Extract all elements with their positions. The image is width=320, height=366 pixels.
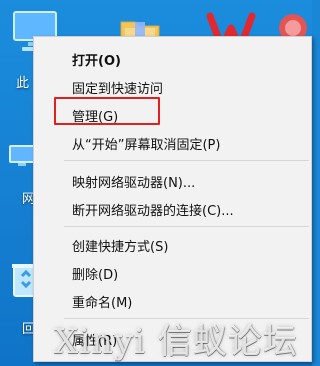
menu-separator [64, 160, 309, 161]
menu-item-map-network-drive[interactable]: 映射网络驱动器(N)... [34, 167, 311, 195]
menu-item-unpin-start[interactable]: 从“开始”屏幕取消固定(P) [34, 129, 311, 157]
menu-separator [64, 318, 309, 319]
context-menu: 打开(O) 固定到快速访问 管理(G) 从“开始”屏幕取消固定(P) 映射网络驱… [33, 36, 312, 362]
menu-item-disconnect-network-drive[interactable]: 断开网络驱动器的连接(C)... [34, 195, 311, 223]
menu-item-open[interactable]: 打开(O) [34, 45, 311, 73]
menu-item-delete[interactable]: 删除(D) [34, 259, 311, 287]
menu-item-rename[interactable]: 重命名(M) [34, 287, 311, 315]
menu-item-properties[interactable]: 属性(R) [34, 325, 311, 353]
menu-separator [64, 226, 309, 227]
menu-item-create-shortcut[interactable]: 创建快捷方式(S) [34, 231, 311, 259]
menu-item-manage[interactable]: 管理(G) [34, 101, 311, 129]
menu-item-pin-quick-access[interactable]: 固定到快速访问 [34, 73, 311, 101]
